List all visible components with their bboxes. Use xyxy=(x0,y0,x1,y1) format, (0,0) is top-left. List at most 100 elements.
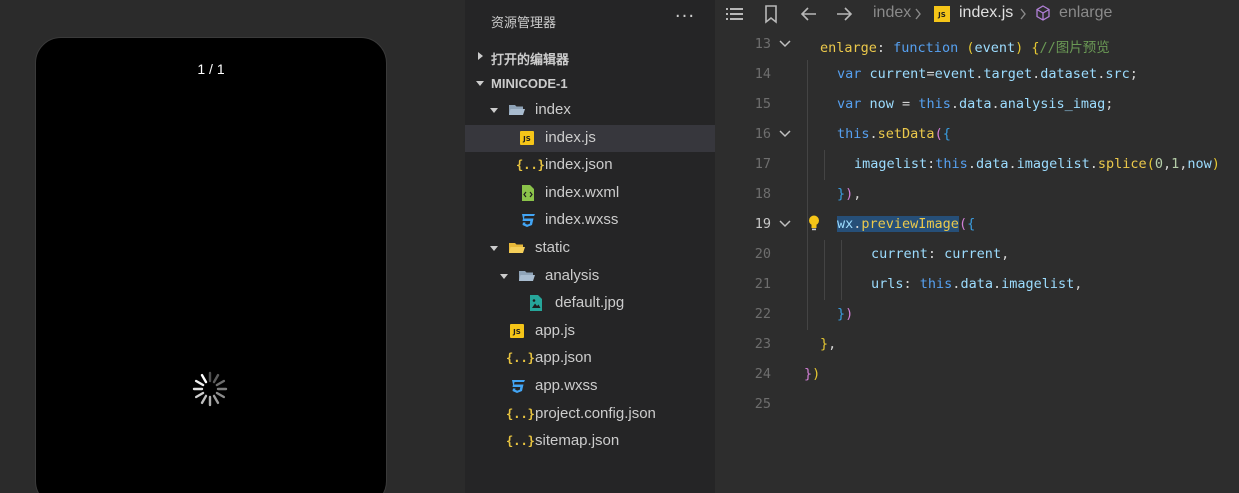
code-line[interactable]: this.setData({ xyxy=(837,126,951,142)
indent-guide xyxy=(824,270,825,300)
method-cube-icon xyxy=(1036,5,1050,21)
chevron-down-icon xyxy=(476,81,484,86)
tree-item-label: index.wxss xyxy=(545,211,619,229)
project-label: MINICODE-1 xyxy=(491,76,568,91)
tree-folder[interactable]: analysis xyxy=(465,263,715,290)
indent-guide xyxy=(807,60,808,90)
folder-open-icon xyxy=(519,270,535,281)
list-icon[interactable] xyxy=(723,3,745,25)
loading-spinner-icon xyxy=(192,371,228,407)
line-number: 14 xyxy=(754,66,771,82)
tree-file[interactable]: {..} sitemap.json xyxy=(465,428,715,455)
tree-item-label: index.js xyxy=(545,128,596,146)
folder-open-icon xyxy=(509,243,525,253)
editor-toolbar: index JS index.js enlarge xyxy=(715,0,1239,28)
code-line[interactable]: }), xyxy=(837,186,861,202)
code-area[interactable]: 13 enlarge: function (event) {//图片预览 14 var… xyxy=(715,28,1239,493)
file-explorer: 资源管理器 ··· 打开的编辑器 MINICODE-1 index JS index… xyxy=(465,0,715,493)
line-number: 17 xyxy=(754,156,771,172)
code-line[interactable]: var current=event.target.dataset.src; xyxy=(837,66,1138,82)
code-line[interactable]: wx.previewImage({ xyxy=(837,216,975,232)
tree-file[interactable]: default.jpg xyxy=(465,290,715,317)
tree-file[interactable]: JS app.js xyxy=(465,318,715,345)
tree-item-label: index xyxy=(535,101,571,118)
tree-file[interactable]: {..} index.json xyxy=(465,152,715,179)
tree-file[interactable]: index.wxml xyxy=(465,180,715,207)
code-line[interactable]: }) xyxy=(837,306,853,322)
code-line[interactable]: current: current, xyxy=(871,246,1009,262)
line-number: 15 xyxy=(754,96,771,112)
indent-guide xyxy=(807,150,808,180)
code-line[interactable]: }, xyxy=(820,336,836,352)
open-editors-label: 打开的编辑器 xyxy=(491,52,570,67)
breadcrumb-separator-icon xyxy=(915,8,921,20)
code-editor: index JS index.js enlarge 13 enlarge: fun… xyxy=(715,0,1239,493)
tree-folder[interactable]: index xyxy=(465,97,715,124)
chevron-down-icon xyxy=(500,273,508,279)
image-page-counter: 1 / 1 xyxy=(197,61,225,77)
indent-guide xyxy=(807,120,808,150)
line-number: 21 xyxy=(754,276,771,292)
code-line[interactable]: imagelist:this.data.imagelist.splice(0,1… xyxy=(854,156,1220,172)
breadcrumb-file[interactable]: index.js xyxy=(959,4,1013,22)
indent-guide xyxy=(807,90,808,120)
indent-guide xyxy=(807,270,808,300)
arrow-back-icon[interactable] xyxy=(798,3,820,25)
js-file-icon: JS xyxy=(510,323,524,338)
line-number: 23 xyxy=(754,336,771,352)
js-file-icon: JS xyxy=(520,130,534,145)
fold-chevron-icon[interactable] xyxy=(779,219,791,229)
line-number: 19 xyxy=(754,216,771,232)
explorer-title: 资源管理器 xyxy=(491,16,557,31)
phone-screen[interactable]: 1 / 1 xyxy=(35,37,387,493)
tree-file[interactable]: app.wxss xyxy=(465,373,715,400)
breadcrumb-folder[interactable]: index xyxy=(873,4,911,22)
tree-file[interactable]: {..} project.config.json xyxy=(465,401,715,428)
tree-item-label: analysis xyxy=(545,266,600,284)
tree-item-label: static xyxy=(535,239,571,256)
more-actions-button[interactable]: ··· xyxy=(671,6,699,32)
tree-folder[interactable]: static xyxy=(465,235,715,262)
image-file-icon xyxy=(530,295,542,312)
tree-file[interactable]: JS index.js xyxy=(465,124,715,152)
css-file-icon xyxy=(512,380,525,393)
indent-guide xyxy=(807,210,808,240)
bookmark-icon[interactable] xyxy=(760,3,782,25)
tree-file[interactable]: {..} app.json xyxy=(465,345,715,372)
tree-item-label: default.jpg xyxy=(555,294,625,312)
code-line[interactable]: var now = this.data.analysis_imag; xyxy=(837,96,1113,112)
json-file-icon: {..} xyxy=(506,406,535,421)
tree-item-label: index.wxml xyxy=(545,183,620,201)
arrow-forward-icon[interactable] xyxy=(833,3,855,25)
line-number: 24 xyxy=(754,366,771,382)
tree-item-label: app.js xyxy=(535,321,576,339)
line-number: 13 xyxy=(754,36,771,52)
tree-item-label: index.json xyxy=(545,156,613,174)
breadcrumb-symbol[interactable]: enlarge xyxy=(1059,4,1112,22)
code-line[interactable]: urls: this.data.imagelist, xyxy=(871,276,1082,292)
project-section[interactable]: MINICODE-1 xyxy=(465,70,715,97)
json-file-icon: {..} xyxy=(506,351,535,366)
indent-guide xyxy=(807,180,808,210)
explorer-header: 资源管理器 ··· xyxy=(465,0,715,42)
lightbulb-icon[interactable] xyxy=(807,214,821,232)
code-line[interactable]: enlarge: function (event) {//图片预览 xyxy=(820,36,1110,56)
tree-item-label: app.json xyxy=(535,349,592,367)
chevron-right-icon xyxy=(478,52,483,60)
indent-guide xyxy=(807,240,808,270)
line-number: 20 xyxy=(754,246,771,262)
fold-chevron-icon[interactable] xyxy=(779,129,791,139)
tree-item-label: project.config.json xyxy=(535,404,656,422)
tree-item-label: sitemap.json xyxy=(535,432,620,450)
indent-guide xyxy=(824,240,825,270)
fold-chevron-icon[interactable] xyxy=(779,39,791,49)
tree-file[interactable]: index.wxss xyxy=(465,207,715,234)
indent-guide xyxy=(841,270,842,300)
open-editors-section[interactable]: 打开的编辑器 xyxy=(465,43,715,70)
tree-item-label: app.wxss xyxy=(535,377,598,394)
json-file-icon: {..} xyxy=(516,158,545,173)
line-number: 22 xyxy=(754,306,771,322)
code-line[interactable]: }) xyxy=(804,366,820,382)
line-number: 18 xyxy=(754,186,771,202)
css-file-icon xyxy=(522,214,535,228)
